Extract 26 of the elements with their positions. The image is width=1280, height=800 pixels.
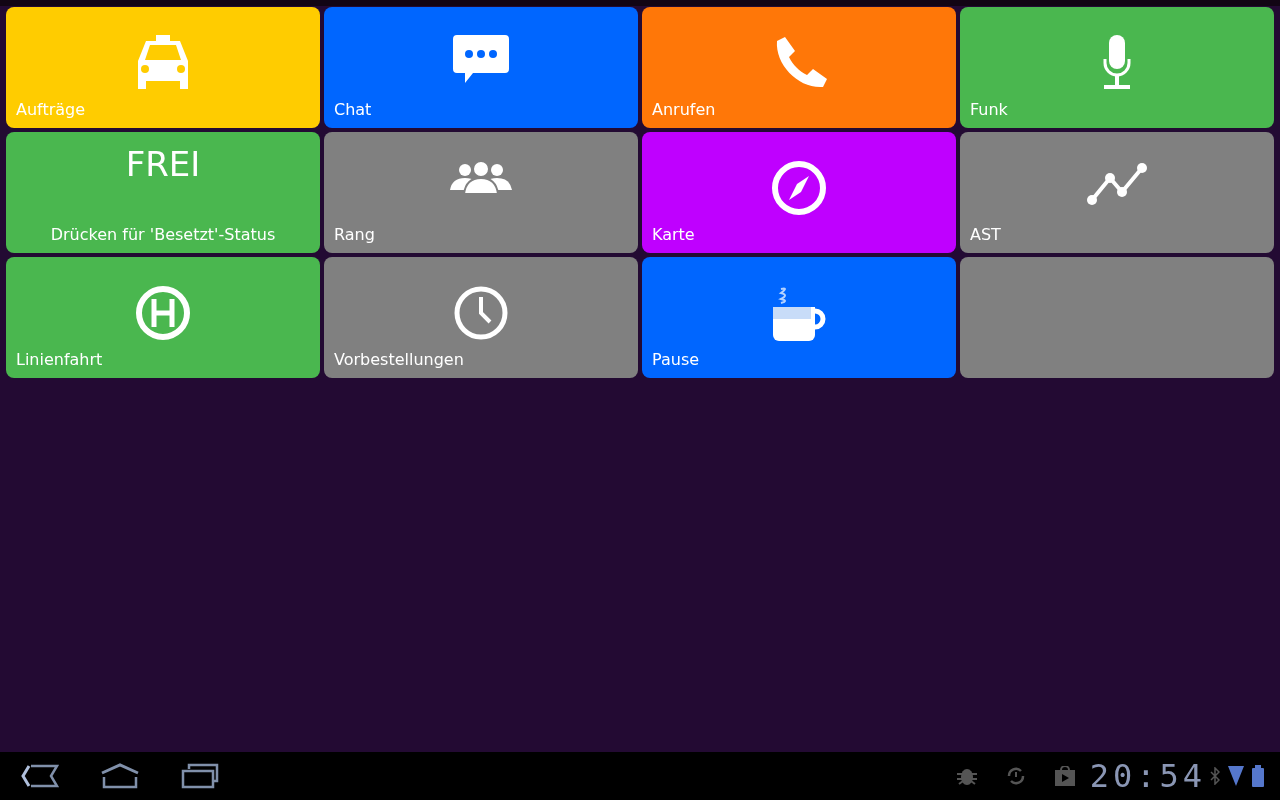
clock-icon xyxy=(453,285,509,341)
line-graph-icon xyxy=(1086,160,1148,206)
bug-icon xyxy=(955,766,978,786)
tile-button[interactable]: AST xyxy=(960,132,1274,253)
tile-button[interactable]: Karte xyxy=(642,132,956,253)
h-circle-icon xyxy=(135,285,191,341)
clock-time: 20:54 xyxy=(1089,760,1206,792)
tile-button[interactable]: Funk xyxy=(960,7,1274,128)
wifi-signal-icon xyxy=(1228,766,1244,786)
tile-button[interactable]: Vorbestellungen xyxy=(324,257,638,378)
bluetooth-icon xyxy=(1210,767,1220,785)
people-group-icon xyxy=(450,160,512,196)
tile-button[interactable]: Rang xyxy=(324,132,638,253)
sync-icon xyxy=(1005,766,1026,786)
tile-button[interactable]: Linienfahrt xyxy=(6,257,320,378)
status-title: FREI xyxy=(125,144,201,184)
shopping-bag-icon xyxy=(1053,766,1076,786)
tile-button[interactable]: Anrufen xyxy=(642,7,956,128)
status-tile-button[interactable]: FREI Drücken für 'Besetzt'-Status xyxy=(6,132,320,253)
microphone-icon xyxy=(1102,35,1132,91)
status-hint: Drücken für 'Besetzt'-Status xyxy=(50,225,276,245)
speech-bubble-icon xyxy=(453,35,509,85)
tile-button[interactable]: Pause xyxy=(642,257,956,378)
compass-icon xyxy=(771,160,827,216)
battery-icon xyxy=(1252,765,1264,787)
tile-button[interactable]: Chat xyxy=(324,7,638,128)
